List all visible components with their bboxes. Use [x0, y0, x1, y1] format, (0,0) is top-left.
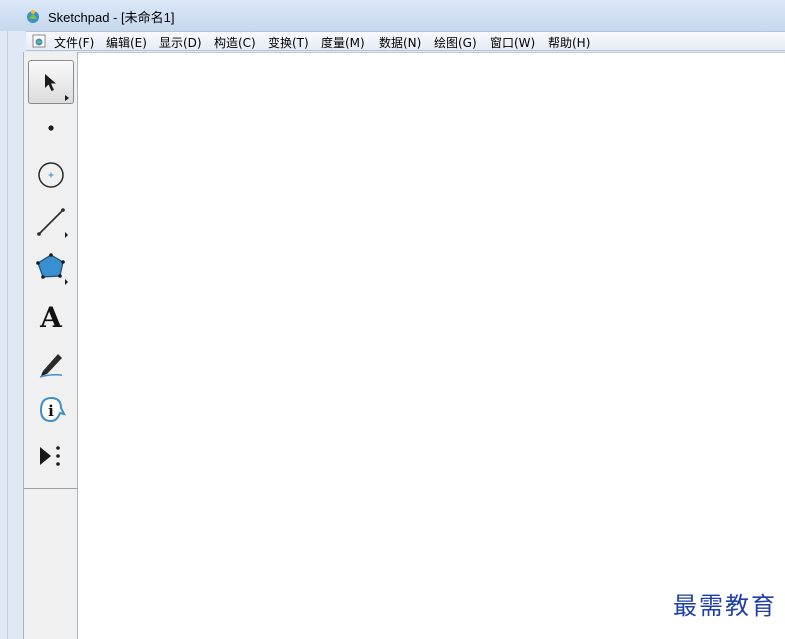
point-icon	[48, 125, 54, 131]
menu-construct[interactable]: 构造(C)	[214, 34, 256, 51]
sketchpad-app-icon[interactable]	[25, 8, 41, 24]
svg-text:A: A	[39, 301, 63, 334]
arrow-select-tool[interactable]	[28, 60, 74, 104]
menu-bar: 文件(F) 编辑(E) 显示(D) 构造(C) 变换(T) 度量(M) 数据(N…	[26, 31, 785, 51]
custom-tool[interactable]	[28, 434, 74, 478]
document-icon[interactable]	[32, 34, 46, 48]
point-tool[interactable]	[28, 106, 74, 150]
polygon-tool[interactable]	[28, 246, 74, 290]
information-tool[interactable]: i	[28, 388, 74, 432]
compass-tool[interactable]	[28, 152, 74, 196]
menu-help[interactable]: 帮助(H)	[548, 34, 590, 51]
menu-graph[interactable]: 绘图(G)	[434, 34, 477, 51]
menu-measure[interactable]: 度量(M)	[321, 34, 365, 51]
straightedge-tool[interactable]	[28, 200, 74, 244]
menu-edit[interactable]: 编辑(E)	[106, 34, 147, 51]
text-tool[interactable]: A	[28, 294, 74, 338]
sketchpad-window: Sketchpad - [未命名1] 文件(F) 编辑(E) 显示(D) 构造(…	[0, 0, 785, 639]
menu-file[interactable]: 文件(F)	[54, 34, 94, 51]
menu-transform[interactable]: 变换(T)	[268, 34, 309, 51]
title-bar[interactable]: Sketchpad - [未命名1]	[0, 0, 785, 31]
straightedge-icon	[37, 208, 68, 238]
menu-window[interactable]: 窗口(W)	[490, 34, 535, 51]
svg-text:i: i	[48, 402, 54, 420]
menu-display[interactable]: 显示(D)	[159, 34, 202, 51]
window-title: Sketchpad - [未命名1]	[48, 10, 175, 25]
toolbox: A i	[23, 52, 78, 639]
menu-data[interactable]: 数据(N)	[379, 34, 421, 51]
information-icon: i	[39, 396, 66, 423]
marker-pen-icon	[39, 354, 63, 378]
window-frame-line	[7, 31, 8, 639]
marker-tool[interactable]	[28, 340, 74, 384]
arrow-select-icon	[45, 74, 69, 101]
sketch-canvas[interactable]: 最需教育	[78, 52, 785, 639]
custom-tool-icon	[40, 446, 60, 466]
watermark-text: 最需教育	[673, 592, 777, 620]
compass-circle-icon	[38, 162, 64, 188]
toolbox-separator	[24, 488, 77, 489]
text-icon: A	[39, 301, 63, 334]
polygon-icon	[36, 253, 68, 285]
